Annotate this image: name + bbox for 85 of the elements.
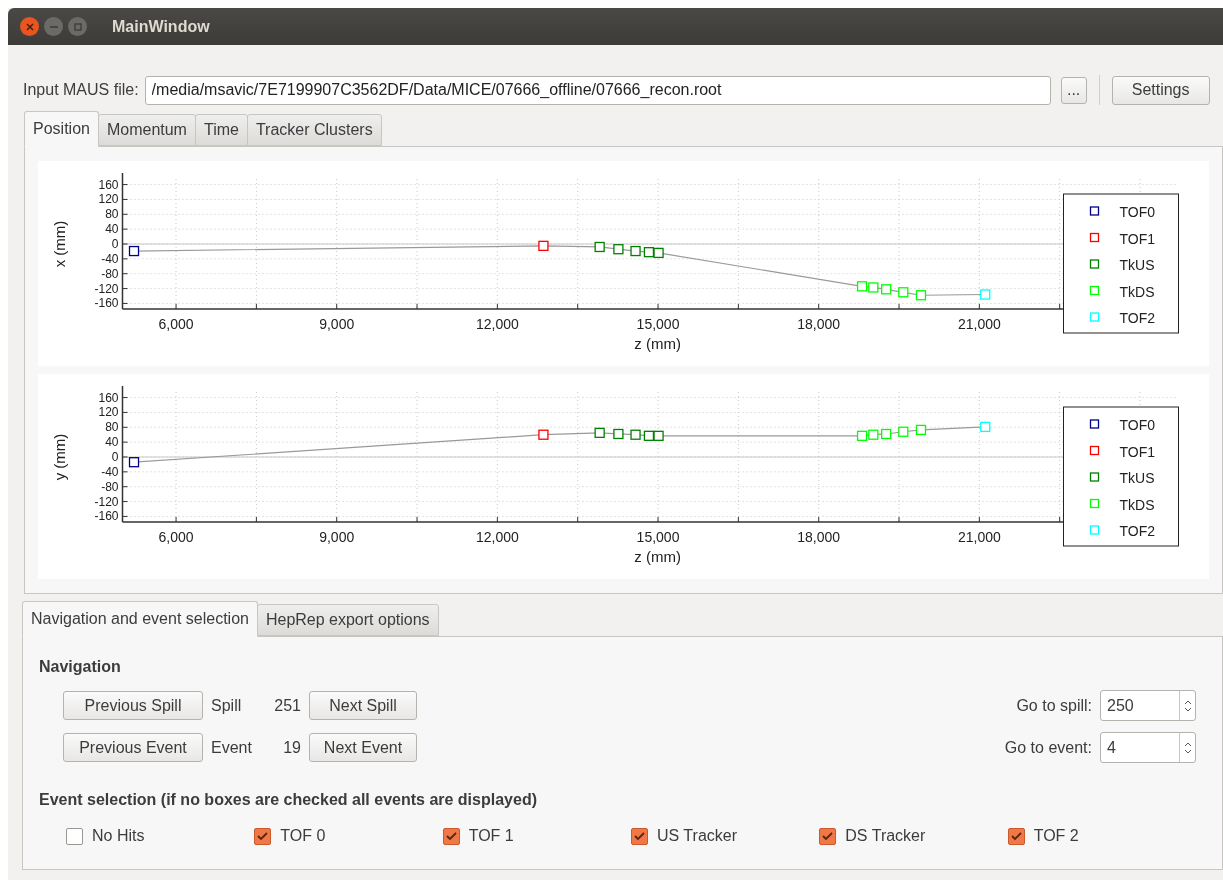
file-label: Input MAUS file:: [23, 80, 139, 100]
checkmark-icon: [634, 831, 645, 841]
y-tick-label: 0: [111, 450, 119, 464]
checkbox[interactable]: TOF 0: [254, 824, 443, 848]
axis-title: x (mm): [50, 220, 68, 268]
x-tick-label: 9,000: [319, 529, 355, 545]
next-button[interactable]: Next Spill: [309, 691, 417, 720]
legend-label: TkDS: [1119, 283, 1155, 300]
axis-title: y (mm): [50, 433, 68, 481]
tab[interactable]: Position: [24, 111, 99, 147]
row-label: Spill: [211, 695, 243, 716]
checkmark-icon: [257, 831, 269, 841]
y-tick-label: -80: [101, 266, 119, 281]
legend-label: TOF2: [1119, 523, 1156, 539]
y-tick-label: -120: [94, 281, 119, 296]
y-tick-label: -40: [101, 464, 119, 479]
row-value: 19: [282, 737, 301, 758]
axis-title: z (mm): [634, 548, 682, 565]
y-tick-label: 0: [111, 237, 119, 251]
legend-label: TOF0: [1119, 204, 1156, 220]
x-tick-label: 15,000: [636, 316, 680, 332]
y-tick-label: 120: [98, 405, 119, 420]
checkbox[interactable]: US Tracker: [631, 824, 820, 848]
section-heading: Navigation: [39, 657, 122, 677]
spin-value: 4: [1106, 738, 1117, 758]
tab[interactable]: Tracker Clusters: [246, 114, 382, 146]
legend-label: TOF0: [1119, 417, 1156, 433]
tab[interactable]: Navigation and event selection: [22, 601, 258, 637]
x-tick-label: 6,000: [158, 316, 194, 332]
legend-label: TOF2: [1119, 310, 1156, 326]
spin-value: 250: [1106, 696, 1135, 716]
legend-label: TkDS: [1119, 496, 1155, 513]
y-tick-label: -160: [94, 296, 119, 311]
settings-button[interactable]: Settings: [1111, 75, 1210, 105]
x-tick-label: 21,000: [957, 316, 1001, 332]
spin-box[interactable]: 4: [1100, 732, 1196, 763]
x-tick-label: 9,000: [319, 316, 355, 332]
checkbox[interactable]: No Hits: [66, 824, 255, 848]
goto-label: Go to event:: [1004, 737, 1092, 758]
tab[interactable]: HepRep export options: [256, 604, 439, 636]
checkbox[interactable]: TOF 1: [442, 824, 631, 848]
x-tick-label: 21,000: [957, 529, 1001, 545]
y-tick-label: -120: [94, 494, 119, 509]
row-value: 251: [273, 695, 301, 716]
x-tick-label: 12,000: [475, 316, 519, 332]
checkmark-icon: [445, 831, 457, 841]
row-label: Event: [211, 737, 253, 758]
tab[interactable]: Time: [194, 114, 248, 146]
y-tick-label: -80: [101, 479, 119, 494]
y-tick-label: 160: [98, 177, 119, 192]
x-tick-label: 12,000: [475, 529, 519, 545]
previous-button[interactable]: Previous Event: [63, 733, 203, 762]
window-title: MainWindow: [112, 16, 210, 37]
maximize-icon[interactable]: [68, 17, 87, 36]
spin-box[interactable]: 250: [1100, 690, 1196, 721]
y-tick-label: 40: [105, 222, 119, 237]
checkmark-icon: [822, 831, 834, 841]
checkbox[interactable]: TOF 2: [1007, 824, 1196, 848]
axis-title: z (mm): [634, 335, 682, 352]
legend-label: TOF1: [1119, 443, 1156, 460]
x-tick-label: 18,000: [797, 529, 841, 545]
y-tick-label: -160: [94, 509, 119, 524]
legend-label: TkUS: [1119, 470, 1155, 486]
legend-label: TkUS: [1119, 257, 1155, 273]
goto-label: Go to spill:: [1016, 695, 1092, 716]
previous-button[interactable]: Previous Spill: [63, 691, 203, 720]
y-tick-label: 80: [105, 207, 119, 222]
next-button[interactable]: Next Event: [309, 733, 417, 762]
x-tick-label: 6,000: [158, 529, 194, 545]
section-heading: Event selection (if no boxes are checked all events are displayed): [39, 790, 538, 810]
legend-label: TOF1: [1119, 230, 1156, 247]
y-tick-label: 160: [98, 390, 119, 405]
checkbox[interactable]: DS Tracker: [819, 824, 1008, 848]
checkmark-icon: [1010, 831, 1022, 841]
y-tick-label: 120: [98, 192, 119, 207]
x-tick-label: 18,000: [797, 316, 841, 332]
close-icon[interactable]: [20, 17, 39, 36]
tab[interactable]: Momentum: [97, 114, 196, 146]
x-tick-label: 15,000: [636, 529, 680, 545]
file-path-field[interactable]: /media/msavic/7E7199907C3562DF/Data/MICE/07666_offline/07666_recon.root: [144, 75, 1051, 105]
y-tick-label: 40: [105, 435, 119, 450]
minimize-icon[interactable]: [44, 17, 63, 36]
y-tick-label: -40: [101, 251, 119, 266]
y-tick-label: 80: [105, 420, 119, 435]
browse-button[interactable]: ...: [1060, 76, 1087, 104]
